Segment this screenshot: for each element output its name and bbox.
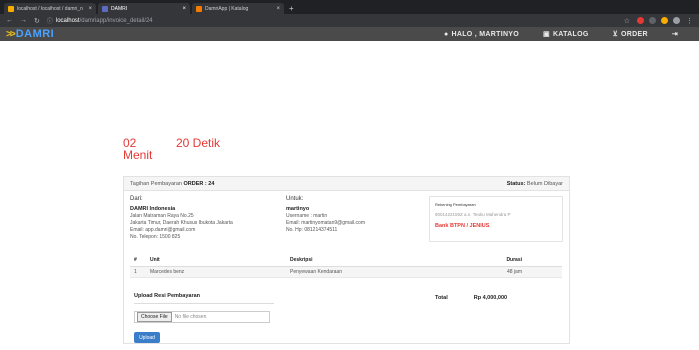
close-icon[interactable]: × — [88, 6, 92, 12]
status-badge: Status: Belum Dibayar — [506, 180, 563, 187]
nav-menu: ● HALO , MARTINYO ▣ KATALOG ⊻ ORDER ⇥ — [420, 30, 681, 39]
back-arrow-icon[interactable]: ← — [6, 17, 13, 24]
upload-button[interactable]: Upload — [134, 332, 160, 343]
extension-icon[interactable] — [661, 17, 668, 24]
invoice-header: Tagihan Pembayaran ORDER : 24 Status: Be… — [124, 177, 569, 191]
browser-address-bar: ← → ↻ ⓘ localhost /damriapp/invoice_deta… — [0, 14, 699, 27]
bank-account-box: Rekening Pembayaran 9001422159Z a.n. Teu… — [429, 196, 563, 242]
close-icon[interactable]: × — [182, 6, 186, 12]
invoice-total: Total Rp 4,000,000 — [435, 295, 508, 301]
logo-chevron-icon: >> — [6, 28, 16, 40]
invoice-to: Untuk: martinyo Username : martin Email:… — [286, 196, 365, 233]
upload-receipt-section: Upload Resi Pembayaran Choose File No fi… — [134, 293, 274, 343]
cart-icon: ⊻ — [612, 31, 619, 38]
choose-file-button[interactable]: Choose File — [137, 312, 172, 322]
invoice-from: Dari: DAMRI Indonesia Jalan Matraman Ray… — [130, 196, 233, 240]
extension-icon[interactable] — [673, 17, 680, 24]
browser-tab-phpmyadmin[interactable]: localhost / localhost / damri_n × — [4, 3, 96, 14]
browser-tab-bar: localhost / localhost / damri_n × DAMRI … — [0, 0, 699, 14]
favicon-icon — [8, 5, 14, 12]
countdown-seconds: 20 Detik — [176, 136, 221, 150]
file-status-text: No file chosen — [174, 314, 207, 320]
forward-arrow-icon[interactable]: → — [20, 17, 27, 24]
table-row: 1 Marcedes benz Penyewaan Kendaraan 48 j… — [130, 266, 562, 278]
favicon-icon — [102, 5, 108, 12]
menu-icon[interactable]: ⋮ — [686, 17, 693, 25]
star-icon[interactable]: ☆ — [624, 17, 630, 25]
app-navbar: >> DAMRI ● HALO , MARTINYO ▣ KATALOG ⊻ O… — [0, 27, 699, 41]
extension-icon[interactable] — [649, 17, 656, 24]
user-icon: ● — [443, 30, 449, 38]
url-field[interactable]: ⓘ localhost /damriapp/invoice_detail/24 — [46, 16, 624, 26]
info-icon: ⓘ — [46, 19, 53, 25]
invoice-table: # Unit Deskripsi Durasi 1 Marcedes benz … — [130, 255, 562, 278]
logout-button[interactable]: ⇥ — [672, 30, 681, 38]
logout-icon: ⇥ — [671, 31, 678, 38]
nav-katalog[interactable]: ▣ KATALOG — [543, 30, 589, 39]
reload-icon[interactable]: ↻ — [34, 17, 40, 25]
damri-logo[interactable]: >> DAMRI — [6, 28, 54, 40]
new-tab-button[interactable]: + — [289, 3, 294, 14]
nav-order[interactable]: ⊻ ORDER — [612, 30, 648, 39]
nav-profile[interactable]: ● HALO , MARTINYO — [444, 31, 519, 38]
browser-tab-damri[interactable]: DAMRI × — [98, 3, 190, 14]
extension-icon[interactable] — [637, 17, 644, 24]
invoice-card: Tagihan Pembayaran ORDER : 24 Status: Be… — [123, 176, 570, 344]
table-header-row: # Unit Deskripsi Durasi — [130, 255, 562, 267]
file-input[interactable]: Choose File No file chosen — [134, 311, 270, 323]
browser-tab-katalog[interactable]: DamriApp | Katalog × — [192, 3, 284, 14]
favicon-icon — [196, 5, 202, 12]
close-icon[interactable]: × — [276, 6, 280, 12]
countdown-minutes: 02 Menit — [123, 136, 153, 162]
bus-icon: ▣ — [543, 31, 550, 38]
